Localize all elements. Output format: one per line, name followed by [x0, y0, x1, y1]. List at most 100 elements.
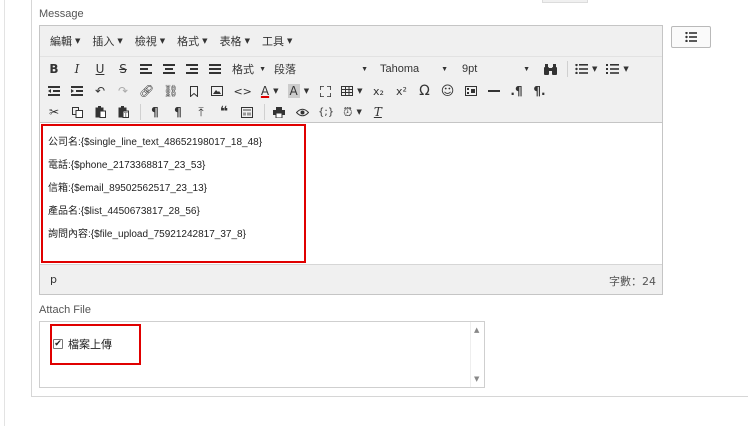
font-family-select[interactable]: Tahoma ▼: [372, 59, 452, 79]
ltr-button[interactable]: .¶: [507, 81, 527, 101]
find-replace-button[interactable]: [540, 59, 560, 79]
scroll-down-icon[interactable]: ▼: [474, 375, 479, 383]
field-list-button[interactable]: [671, 26, 711, 48]
rtl-button[interactable]: ¶.: [530, 81, 550, 101]
insert-link-button[interactable]: 🔗︎: [136, 81, 157, 101]
toolbar-separator: [140, 104, 141, 120]
print-icon: [273, 106, 285, 118]
list-icon: [685, 32, 697, 42]
align-left-button[interactable]: [136, 59, 156, 79]
align-left-icon: [140, 64, 152, 74]
chevron-down-icon: ▼: [592, 65, 598, 73]
align-justify-button[interactable]: [205, 59, 225, 79]
attach-highlight-box: [50, 324, 141, 365]
font-size-select[interactable]: 9pt ▼: [452, 59, 534, 79]
menu-edit[interactable]: 編輯 ▼: [46, 30, 88, 52]
insert-table-button[interactable]: ▼: [338, 81, 365, 101]
copy-icon: [71, 106, 83, 118]
superscript-icon: x²: [396, 84, 407, 98]
horizontal-rule-icon: [487, 90, 500, 92]
outdent-button[interactable]: [44, 81, 64, 101]
template-icon: [241, 106, 253, 118]
toolbar-separator: [567, 61, 568, 77]
code-icon: <>: [233, 84, 252, 98]
source-code-button[interactable]: <>: [230, 81, 254, 101]
copy-button[interactable]: [67, 102, 87, 122]
bold-button[interactable]: B: [44, 59, 64, 79]
menu-insert[interactable]: 插入 ▼: [88, 30, 130, 52]
anchor-button[interactable]: [184, 81, 204, 101]
media-icon: [464, 86, 477, 96]
binoculars-icon: [543, 63, 557, 75]
chevron-down-icon: ▼: [117, 37, 123, 45]
code-sample-button[interactable]: {;}: [315, 102, 337, 122]
toolbar-separator: [264, 104, 265, 120]
menu-view[interactable]: 檢視 ▼: [131, 30, 173, 52]
menu-table[interactable]: 表格 ▼: [216, 30, 258, 52]
toolbar-row-2: ↶ ↷ 🔗︎ ⛓︎ <> A ▼ A ▼ ▼ x₂ x² Ω ☺ .¶ ¶.: [44, 80, 553, 102]
bullet-list-button[interactable]: ▼: [572, 59, 600, 79]
menu-tools[interactable]: 工具 ▼: [258, 30, 300, 52]
horizontal-rule-button[interactable]: [484, 81, 504, 101]
top-tab-fragment: [542, 0, 588, 3]
indent-button[interactable]: [67, 81, 87, 101]
numbered-list-button[interactable]: ▼: [603, 59, 631, 79]
template-button[interactable]: [237, 102, 257, 122]
svg-text:T: T: [123, 112, 128, 118]
eye-icon: [295, 108, 309, 116]
paste-button[interactable]: [90, 102, 110, 122]
strikethrough-button[interactable]: S: [113, 59, 133, 79]
menu-format[interactable]: 格式 ▼: [173, 30, 215, 52]
undo-button[interactable]: ↶: [90, 81, 110, 101]
paragraph-rtl-button[interactable]: ¶: [168, 102, 188, 122]
redo-button[interactable]: ↷: [113, 81, 133, 101]
chevron-down-icon: ▼: [159, 37, 166, 45]
paragraph-ltr-button[interactable]: ¶: [145, 102, 165, 122]
link-icon: 🔗︎: [139, 84, 155, 98]
fullscreen-button[interactable]: [315, 81, 335, 101]
special-character-button[interactable]: Ω: [415, 81, 435, 101]
chevron-down-icon: ▼: [75, 37, 81, 45]
align-justify-icon: [209, 64, 221, 74]
italic-button[interactable]: I: [67, 59, 87, 79]
print-button[interactable]: [269, 102, 289, 122]
background-color-button[interactable]: A ▼: [285, 81, 313, 101]
remove-link-button[interactable]: ⛓︎: [160, 81, 181, 101]
chevron-down-icon: ▼: [244, 37, 250, 45]
menu-table-label: 表格: [219, 35, 242, 48]
toolbar-row-3: ✂ T ¶ ¶ ⤒ ❝ {;} ⏰︎ ▼ T: [44, 101, 391, 123]
indent-icon: [71, 86, 83, 96]
emoticons-button[interactable]: ☺: [438, 81, 458, 101]
chevron-down-icon: ▼: [361, 65, 368, 73]
underline-button[interactable]: U: [90, 59, 110, 79]
message-label: Message: [39, 8, 84, 20]
formats-select-label: 格式: [232, 64, 254, 76]
element-path[interactable]: p: [50, 273, 57, 286]
formats-select[interactable]: 格式 ▼: [228, 59, 270, 79]
paste-text-icon: T: [118, 106, 129, 118]
chevron-down-icon: ▼: [286, 37, 293, 45]
attach-list-scrollbar[interactable]: ▲ ▼: [470, 322, 484, 387]
text-color-button[interactable]: A ▼: [258, 81, 282, 101]
bullet-list-icon: [575, 64, 588, 74]
code-braces-icon: {;}: [318, 106, 335, 118]
align-center-button[interactable]: [159, 59, 179, 79]
cut-button[interactable]: ✂: [44, 102, 64, 122]
pilcrow-icon: ¶: [174, 105, 182, 119]
align-right-button[interactable]: [182, 59, 202, 79]
insert-datetime-button[interactable]: ⤒: [191, 102, 211, 122]
scroll-up-icon[interactable]: ▲: [474, 326, 479, 334]
superscript-button[interactable]: x²: [392, 81, 412, 101]
paste-text-button[interactable]: T: [113, 102, 133, 122]
insert-image-button[interactable]: [207, 81, 227, 101]
clear-formatting-button[interactable]: T: [368, 102, 388, 122]
blockquote-button[interactable]: ❝: [214, 102, 234, 122]
outdent-icon: [48, 86, 60, 96]
block-format-select[interactable]: 段落 ▼: [270, 59, 372, 79]
insert-time-button[interactable]: ⏰︎ ▼: [340, 102, 365, 122]
preview-button[interactable]: [292, 102, 312, 122]
insert-media-button[interactable]: [461, 81, 481, 101]
subscript-button[interactable]: x₂: [369, 81, 389, 101]
clear-format-icon: T: [373, 105, 382, 119]
editor-menubar: 編輯 ▼ 插入 ▼ 檢視 ▼ 格式 ▼ 表格 ▼ 工具 ▼: [40, 26, 662, 57]
